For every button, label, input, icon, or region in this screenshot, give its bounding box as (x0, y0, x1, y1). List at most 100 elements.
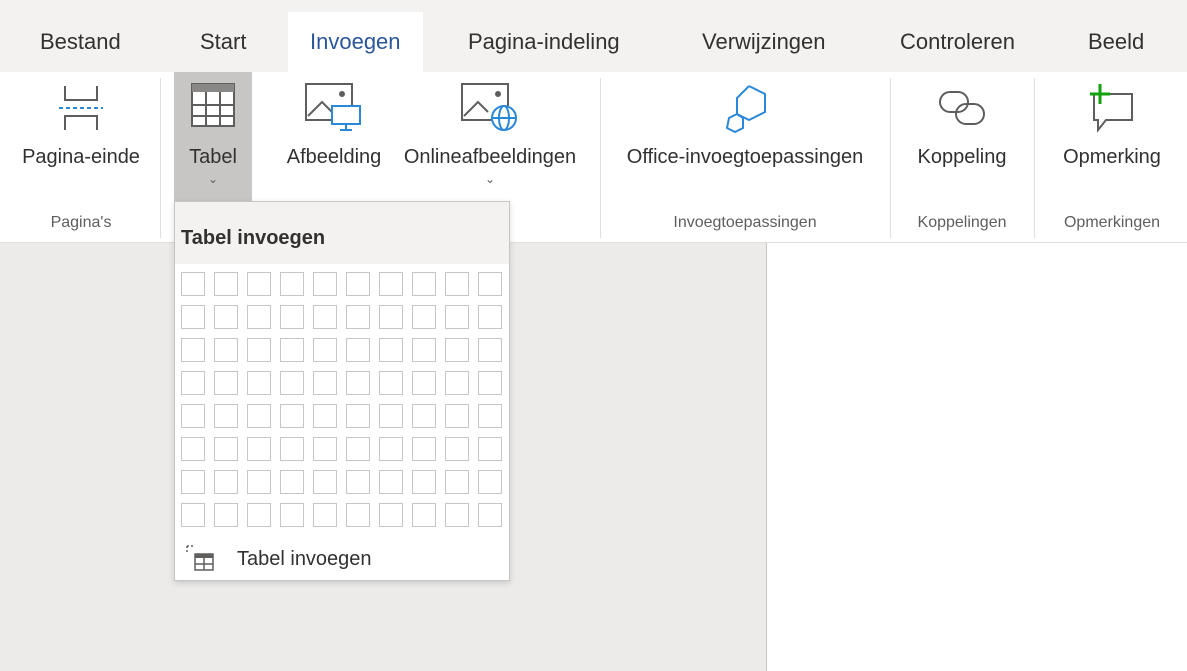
table-grid-cell[interactable] (214, 503, 238, 527)
table-grid-cell[interactable] (445, 371, 469, 395)
table-grid-cell[interactable] (313, 338, 337, 362)
table-grid-cell[interactable] (346, 404, 370, 428)
table-grid-cell[interactable] (379, 305, 403, 329)
table-grid-cell[interactable] (280, 470, 304, 494)
table-grid-cell[interactable] (478, 470, 502, 494)
table-grid-cell[interactable] (379, 437, 403, 461)
table-grid-cell[interactable] (214, 272, 238, 296)
table-grid-cell[interactable] (247, 503, 271, 527)
table-grid-cell[interactable] (478, 371, 502, 395)
table-grid-cell[interactable] (313, 437, 337, 461)
table-grid-cell[interactable] (247, 272, 271, 296)
table-grid-cell[interactable] (379, 470, 403, 494)
table-grid-cell[interactable] (280, 437, 304, 461)
table-grid-cell[interactable] (313, 371, 337, 395)
table-grid-cell[interactable] (478, 437, 502, 461)
table-grid-cell[interactable] (379, 272, 403, 296)
online-pictures-button[interactable]: Onlineafbeeldingen ⌄ (394, 72, 586, 204)
tab-start[interactable]: Start (200, 24, 246, 72)
table-grid-cell[interactable] (247, 437, 271, 461)
table-grid-cell[interactable] (313, 503, 337, 527)
table-grid-cell[interactable] (214, 404, 238, 428)
table-grid-cell[interactable] (346, 338, 370, 362)
tab-beeld[interactable]: Beeld (1088, 24, 1144, 72)
table-grid-cell[interactable] (346, 272, 370, 296)
tab-pagina-indeling[interactable]: Pagina-indeling (468, 24, 620, 72)
table-grid-cell[interactable] (280, 503, 304, 527)
table-grid-cell[interactable] (214, 437, 238, 461)
table-grid-cell[interactable] (181, 503, 205, 527)
table-grid-cell[interactable] (181, 470, 205, 494)
table-label: Tabel (189, 146, 237, 168)
online-pictures-icon (461, 83, 517, 131)
table-grid-cell[interactable] (214, 371, 238, 395)
table-grid-cell[interactable] (181, 437, 205, 461)
table-grid-cell[interactable] (412, 371, 436, 395)
office-addins-button[interactable]: Office-invoegtoepassingen (612, 72, 878, 204)
table-grid-cell[interactable] (280, 338, 304, 362)
table-grid-cell[interactable] (379, 404, 403, 428)
table-grid-cell[interactable] (181, 338, 205, 362)
table-grid-cell[interactable] (247, 338, 271, 362)
table-grid-cell[interactable] (247, 371, 271, 395)
table-grid-cell[interactable] (412, 503, 436, 527)
table-grid-cell[interactable] (280, 305, 304, 329)
table-grid-cell[interactable] (280, 272, 304, 296)
table-grid-cell[interactable] (181, 371, 205, 395)
table-grid-cell[interactable] (346, 305, 370, 329)
table-grid-cell[interactable] (214, 338, 238, 362)
tab-bestand[interactable]: Bestand (40, 24, 121, 72)
table-grid-cell[interactable] (313, 470, 337, 494)
table-grid-cell[interactable] (181, 272, 205, 296)
table-grid-cell[interactable] (379, 338, 403, 362)
ribbon-tabs: Bestand Start Invoegen Pagina-indeling V… (0, 0, 1187, 72)
table-grid-cell[interactable] (346, 503, 370, 527)
tab-controleren[interactable]: Controleren (900, 24, 1015, 72)
table-button[interactable]: Tabel ⌄ (174, 72, 252, 204)
table-grid-cell[interactable] (478, 338, 502, 362)
table-grid-cell[interactable] (478, 404, 502, 428)
table-grid-cell[interactable] (412, 470, 436, 494)
tab-verwijzingen[interactable]: Verwijzingen (702, 24, 826, 72)
table-grid-cell[interactable] (247, 305, 271, 329)
group-label-comments: Opmerkingen (1063, 214, 1161, 231)
tab-invoegen[interactable]: Invoegen (288, 12, 423, 72)
insert-table-menu-item[interactable]: Tabel invoegen (181, 542, 501, 574)
table-grid-cell[interactable] (214, 305, 238, 329)
table-grid-cell[interactable] (478, 305, 502, 329)
table-grid-cell[interactable] (280, 371, 304, 395)
table-grid-cell[interactable] (412, 272, 436, 296)
table-grid-cell[interactable] (445, 437, 469, 461)
table-grid-cell[interactable] (181, 404, 205, 428)
table-grid-cell[interactable] (445, 305, 469, 329)
table-grid-cell[interactable] (445, 272, 469, 296)
comment-button[interactable]: Opmerking (1044, 72, 1180, 204)
table-grid-cell[interactable] (412, 404, 436, 428)
table-grid-cell[interactable] (247, 404, 271, 428)
table-grid-cell[interactable] (445, 470, 469, 494)
table-grid-cell[interactable] (214, 470, 238, 494)
table-grid-cell[interactable] (181, 305, 205, 329)
table-grid-cell[interactable] (412, 338, 436, 362)
table-grid-cell[interactable] (412, 305, 436, 329)
table-grid-cell[interactable] (478, 272, 502, 296)
table-grid-cell[interactable] (379, 371, 403, 395)
table-grid-cell[interactable] (313, 404, 337, 428)
table-grid-cell[interactable] (313, 272, 337, 296)
table-grid-cell[interactable] (346, 371, 370, 395)
table-grid-cell[interactable] (379, 503, 403, 527)
table-grid-cell[interactable] (313, 305, 337, 329)
table-grid-cell[interactable] (478, 503, 502, 527)
table-grid-cell[interactable] (412, 437, 436, 461)
table-grid-cell[interactable] (346, 437, 370, 461)
table-grid-cell[interactable] (445, 404, 469, 428)
link-button[interactable]: Koppeling (900, 72, 1024, 204)
table-grid-cell[interactable] (280, 404, 304, 428)
table-grid-cell[interactable] (247, 470, 271, 494)
table-grid-cell[interactable] (445, 503, 469, 527)
page-break-button[interactable]: Pagina-einde (10, 72, 152, 204)
table-grid-cell[interactable] (445, 338, 469, 362)
table-grid-cell[interactable] (346, 470, 370, 494)
online-pictures-label: Onlineafbeeldingen (403, 146, 577, 168)
picture-button[interactable]: Afbeelding (278, 72, 390, 204)
